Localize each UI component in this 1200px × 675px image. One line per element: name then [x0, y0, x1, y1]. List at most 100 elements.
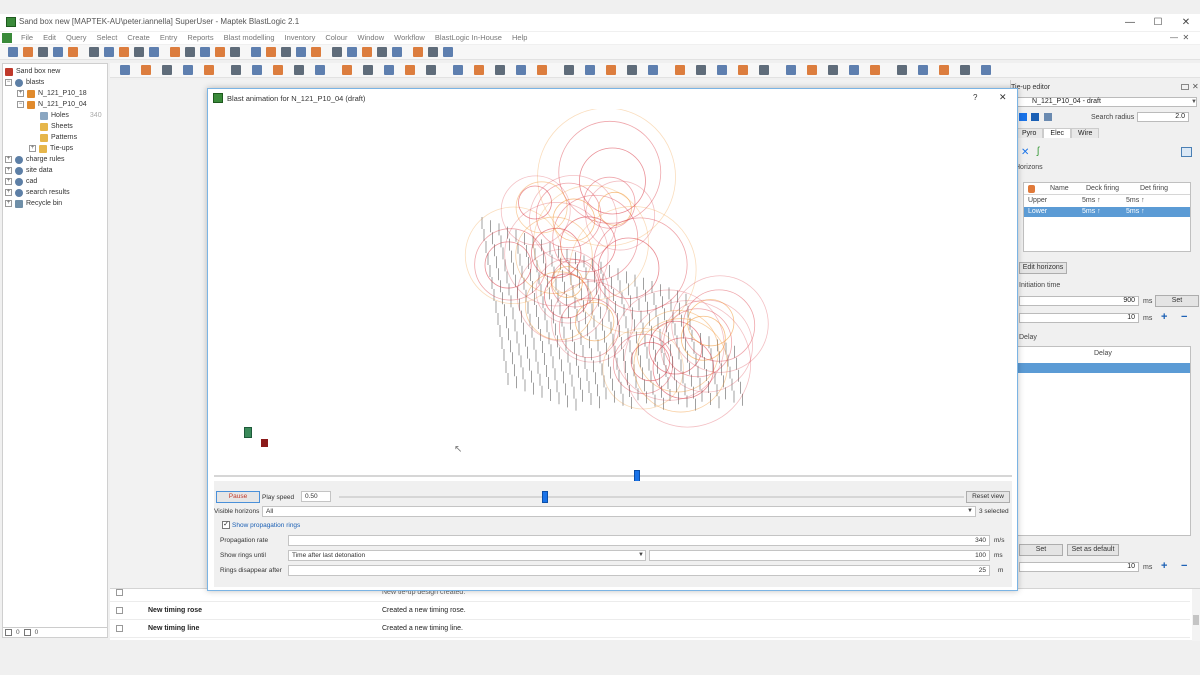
toolbar-tool-icon[interactable]	[8, 47, 18, 57]
toolbar-tool-icon[interactable]	[828, 65, 838, 75]
plus-icon[interactable]: +	[1161, 311, 1167, 323]
table-view-icon[interactable]	[1181, 147, 1192, 157]
toolbar-tool-icon[interactable]	[231, 65, 241, 75]
tree-item-holes[interactable]: Holes 340	[40, 110, 102, 121]
tieup-select[interactable]: N_121_P10_04 - draft	[1015, 97, 1197, 107]
toolbar-tool-icon[interactable]	[428, 47, 438, 57]
maximize-button[interactable]: ☐	[1146, 16, 1170, 30]
propagation-rate-input[interactable]: 340	[288, 535, 990, 546]
toolbar-tool-icon[interactable]	[981, 65, 991, 75]
set-as-default-button[interactable]: Set as default	[1067, 544, 1119, 556]
menu-item-blast-modelling[interactable]: Blast modelling	[219, 32, 280, 44]
speed-track[interactable]	[339, 496, 964, 498]
show-rings-checkbox[interactable]: ✓	[222, 521, 230, 529]
timeline-track[interactable]	[214, 475, 1012, 477]
toolbar-tool-icon[interactable]	[294, 65, 304, 75]
toolbar-tool-icon[interactable]	[960, 65, 970, 75]
menu-item-entry[interactable]: Entry	[155, 32, 183, 44]
log-scrollbar[interactable]	[1192, 589, 1200, 641]
toolbar-tool-icon[interactable]	[377, 47, 387, 57]
expand-icon[interactable]: +	[5, 178, 12, 185]
table-row[interactable]: Upper 5ms ↑ 5ms ↑	[1024, 196, 1190, 206]
toolbar-tool-icon[interactable]	[252, 65, 262, 75]
search-radius-input[interactable]: 2.0	[1137, 112, 1189, 122]
collapse-icon[interactable]: −	[5, 79, 12, 86]
toolbar-tool-icon[interactable]	[897, 65, 907, 75]
filter-icon[interactable]	[5, 629, 12, 636]
connect-path-icon[interactable]: ʃ	[1037, 146, 1039, 157]
help-button[interactable]: ?	[973, 93, 977, 102]
menu-item-blastlogic-in-house[interactable]: BlastLogic In-House	[430, 32, 507, 44]
menu-item-edit[interactable]: Edit	[38, 32, 61, 44]
toolbar-tool-icon[interactable]	[759, 65, 769, 75]
menu-item-query[interactable]: Query	[61, 32, 91, 44]
tieup-tool-icon[interactable]	[1019, 113, 1027, 121]
toolbar-tool-icon[interactable]	[104, 47, 114, 57]
toolbar-tool-icon[interactable]	[413, 47, 423, 57]
set-initiation-button[interactable]: Set	[1155, 295, 1199, 307]
show-rings-until-ms-input[interactable]: 100	[649, 550, 990, 561]
show-rings-until-select[interactable]: Time after last detonation	[288, 550, 646, 561]
toolbar-tool-icon[interactable]	[134, 47, 144, 57]
log-expand-icon[interactable]	[116, 625, 123, 632]
log-row[interactable]: New timing line Created a new timing lin…	[110, 621, 1190, 638]
initiation-step-input[interactable]: 10	[1019, 313, 1139, 323]
toolbar-tool-icon[interactable]	[68, 47, 78, 57]
delay-row-selected[interactable]	[1018, 363, 1190, 373]
toolbar-tool-icon[interactable]	[537, 65, 547, 75]
toolbar-tool-icon[interactable]	[362, 47, 372, 57]
toolbar-tool-icon[interactable]	[332, 47, 342, 57]
toolbar-tool-icon[interactable]	[585, 65, 595, 75]
tree-item-cad[interactable]: + cad	[5, 176, 37, 187]
initiation-time-input[interactable]: 900	[1019, 296, 1139, 306]
toolbar-tool-icon[interactable]	[120, 65, 130, 75]
tieup-tool-icon[interactable]	[1044, 113, 1052, 121]
toolbar-tool-icon[interactable]	[696, 65, 706, 75]
toolbar-tool-icon[interactable]	[675, 65, 685, 75]
play-speed-input[interactable]: 0.50	[301, 491, 331, 502]
tree-item-sheets[interactable]: Sheets	[40, 121, 73, 132]
toolbar-tool-icon[interactable]	[296, 47, 306, 57]
toolbar-tool-icon[interactable]	[38, 47, 48, 57]
tab-pyro[interactable]: Pyro	[1015, 128, 1044, 138]
expand-icon[interactable]: +	[5, 189, 12, 196]
toolbar-tool-icon[interactable]	[627, 65, 637, 75]
toolbar-tool-icon[interactable]	[149, 47, 159, 57]
toolbar-tool-icon[interactable]	[215, 47, 225, 57]
expand-icon[interactable]: +	[5, 156, 12, 163]
toolbar-tool-icon[interactable]	[807, 65, 817, 75]
toolbar-tool-icon[interactable]	[849, 65, 859, 75]
edit-horizons-button[interactable]: Edit horizons	[1019, 262, 1067, 274]
animation-canvas[interactable]: ↖	[214, 107, 1012, 482]
toolbar-tool-icon[interactable]	[162, 65, 172, 75]
menu-item-select[interactable]: Select	[91, 32, 122, 44]
toolbar-tool-icon[interactable]	[453, 65, 463, 75]
toolbar-tool-icon[interactable]	[281, 47, 291, 57]
tree-item-n121-p10-18[interactable]: + N_121_P10_18	[17, 88, 87, 99]
expand-icon[interactable]: +	[17, 90, 24, 97]
set-delay-button[interactable]: Set	[1019, 544, 1063, 556]
toolbar-tool-icon[interactable]	[786, 65, 796, 75]
toolbar-tool-icon[interactable]	[392, 47, 402, 57]
log-row[interactable]: New timing rose Created a new timing ros…	[110, 603, 1190, 620]
toolbar-tool-icon[interactable]	[53, 47, 63, 57]
toolbar-tool-icon[interactable]	[443, 47, 453, 57]
toolbar-tool-icon[interactable]	[405, 65, 415, 75]
mdi-controls[interactable]: — ✕	[1170, 32, 1198, 44]
visible-horizons-select[interactable]: All	[262, 506, 976, 517]
scrollbar-thumb[interactable]	[1193, 615, 1199, 625]
toolbar-tool-icon[interactable]	[738, 65, 748, 75]
toolbar-tool-icon[interactable]	[204, 65, 214, 75]
tree-item-patterns[interactable]: Patterns	[40, 132, 77, 143]
pause-button[interactable]: Pause	[216, 491, 260, 503]
minimize-button[interactable]: —	[1118, 16, 1142, 30]
toolbar-tool-icon[interactable]	[266, 47, 276, 57]
speed-thumb[interactable]	[542, 491, 548, 503]
table-row-selected[interactable]: Lower 5ms ↑ 5ms ↑	[1024, 207, 1190, 217]
panel-minimize-icon[interactable]	[1181, 84, 1189, 90]
toolbar-tool-icon[interactable]	[918, 65, 928, 75]
tree-item-search-results[interactable]: + search results	[5, 187, 70, 198]
log-expand-icon[interactable]	[116, 589, 123, 596]
toolbar-tool-icon[interactable]	[141, 65, 151, 75]
tieup-tool-icon[interactable]	[1031, 113, 1039, 121]
